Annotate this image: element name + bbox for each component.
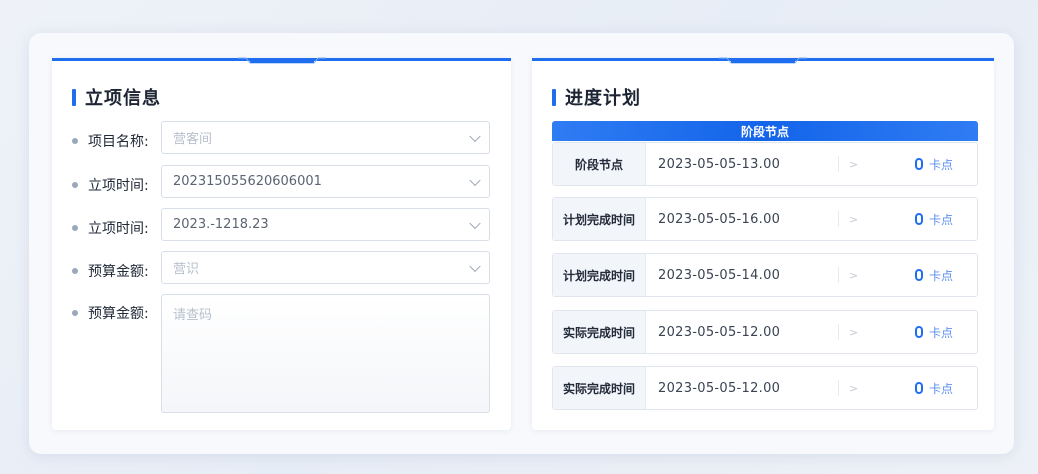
budget-select[interactable]: 营识	[161, 251, 490, 284]
chevron-down-icon	[469, 130, 481, 142]
chevron-right-icon: >	[849, 325, 859, 339]
form-row-setup-time-2: 立项时间:	[72, 218, 160, 238]
form-label: 预算金额:	[88, 264, 149, 280]
punch-icon	[914, 213, 923, 225]
row-value: 2023-05-05-13.00	[658, 156, 781, 172]
select-placeholder: 营识	[173, 262, 200, 277]
table-row: 计划完成时间 2023-05-05-16.00 > 卡点	[552, 197, 978, 241]
chevron-right-icon: >	[849, 157, 859, 171]
form-row-setup-time: 立项时间:	[72, 175, 160, 195]
table-row: 实际完成时间 2023-05-05-12.00 > 卡点	[552, 366, 978, 410]
row-divider	[838, 267, 839, 283]
select-value: 202315055620606001	[173, 174, 322, 189]
setup-time-select-2[interactable]: 2023.-1218.23	[161, 208, 490, 241]
punch-button[interactable]: 卡点	[914, 267, 953, 284]
punch-button[interactable]: 卡点	[914, 324, 953, 341]
row-divider	[838, 380, 839, 396]
punch-button[interactable]: 卡点	[914, 380, 953, 397]
form-label: 预算金额:	[88, 306, 149, 322]
chevron-down-icon	[469, 260, 481, 272]
punch-label: 卡点	[928, 381, 953, 396]
row-divider	[838, 156, 839, 172]
punch-label: 卡点	[928, 268, 953, 283]
textarea-placeholder: 请查码	[173, 308, 213, 323]
row-value: 2023-05-05-16.00	[658, 211, 781, 227]
table-header-label: 阶段节点	[740, 124, 789, 139]
chevron-right-icon: >	[849, 381, 859, 395]
punch-icon	[914, 158, 923, 170]
form-label: 立项时间:	[88, 221, 149, 237]
punch-label: 卡点	[928, 157, 953, 172]
setup-time-select[interactable]: 202315055620606001	[161, 165, 490, 198]
panel-title-text: 立项信息	[85, 88, 161, 109]
row-value: 2023-05-05-12.00	[658, 380, 781, 396]
bullet-dot	[72, 225, 78, 231]
panel-title: 进度计划	[552, 84, 641, 110]
row-label: 计划完成时间	[553, 254, 646, 296]
row-label: 阶段节点	[553, 143, 646, 185]
table-row: 计划完成时间 2023-05-05-14.00 > 卡点	[552, 253, 978, 297]
title-accent-bar	[72, 88, 76, 106]
bullet-dot	[72, 268, 78, 274]
form-label: 项目名称:	[88, 134, 149, 150]
chevron-right-icon: >	[849, 268, 859, 282]
form-row-budget: 预算金额:	[72, 261, 160, 281]
title-accent-bar	[552, 88, 556, 106]
select-placeholder: 营客间	[173, 132, 213, 147]
chevron-right-icon: >	[849, 212, 859, 226]
select-value: 2023.-1218.23	[173, 217, 269, 232]
bullet-dot	[72, 310, 78, 316]
panel-title-text: 进度计划	[565, 88, 641, 109]
progress-plan-panel: 进度计划 阶段节点 阶段节点 2023-05-05-13.00 > 卡点 计划完…	[532, 57, 994, 430]
panel-title: 立项信息	[72, 84, 161, 110]
punch-icon	[914, 269, 923, 281]
row-label: 实际完成时间	[553, 367, 646, 409]
form-row-project-name: 项目名称:	[72, 131, 160, 151]
punch-icon	[914, 382, 923, 394]
panel-tab-decoration	[237, 57, 326, 64]
row-divider	[838, 211, 839, 227]
chevron-down-icon	[469, 217, 481, 229]
panel-tab-decoration	[719, 57, 807, 64]
chevron-down-icon	[469, 174, 481, 186]
table-row: 阶段节点 2023-05-05-13.00 > 卡点	[552, 142, 978, 186]
bullet-dot	[72, 182, 78, 188]
punch-label: 卡点	[928, 325, 953, 340]
punch-button[interactable]: 卡点	[914, 211, 953, 228]
table-header: 阶段节点	[552, 121, 978, 141]
form-row-budget-2: 预算金额:	[72, 303, 160, 323]
project-name-select[interactable]: 营客间	[161, 121, 490, 154]
project-info-panel: 立项信息 项目名称: 营客间 立项时间: 202315055620606001 …	[52, 57, 511, 430]
row-value: 2023-05-05-14.00	[658, 267, 781, 283]
row-label: 实际完成时间	[553, 311, 646, 353]
row-value: 2023-05-05-12.00	[658, 324, 781, 340]
budget-textarea[interactable]: 请查码	[161, 294, 490, 413]
table-row: 实际完成时间 2023-05-05-12.00 > 卡点	[552, 310, 978, 354]
punch-button[interactable]: 卡点	[914, 156, 953, 173]
row-divider	[838, 324, 839, 340]
row-label: 计划完成时间	[553, 198, 646, 240]
punch-label: 卡点	[928, 212, 953, 227]
bullet-dot	[72, 138, 78, 144]
punch-icon	[914, 326, 923, 338]
form-label: 立项时间:	[88, 178, 149, 194]
